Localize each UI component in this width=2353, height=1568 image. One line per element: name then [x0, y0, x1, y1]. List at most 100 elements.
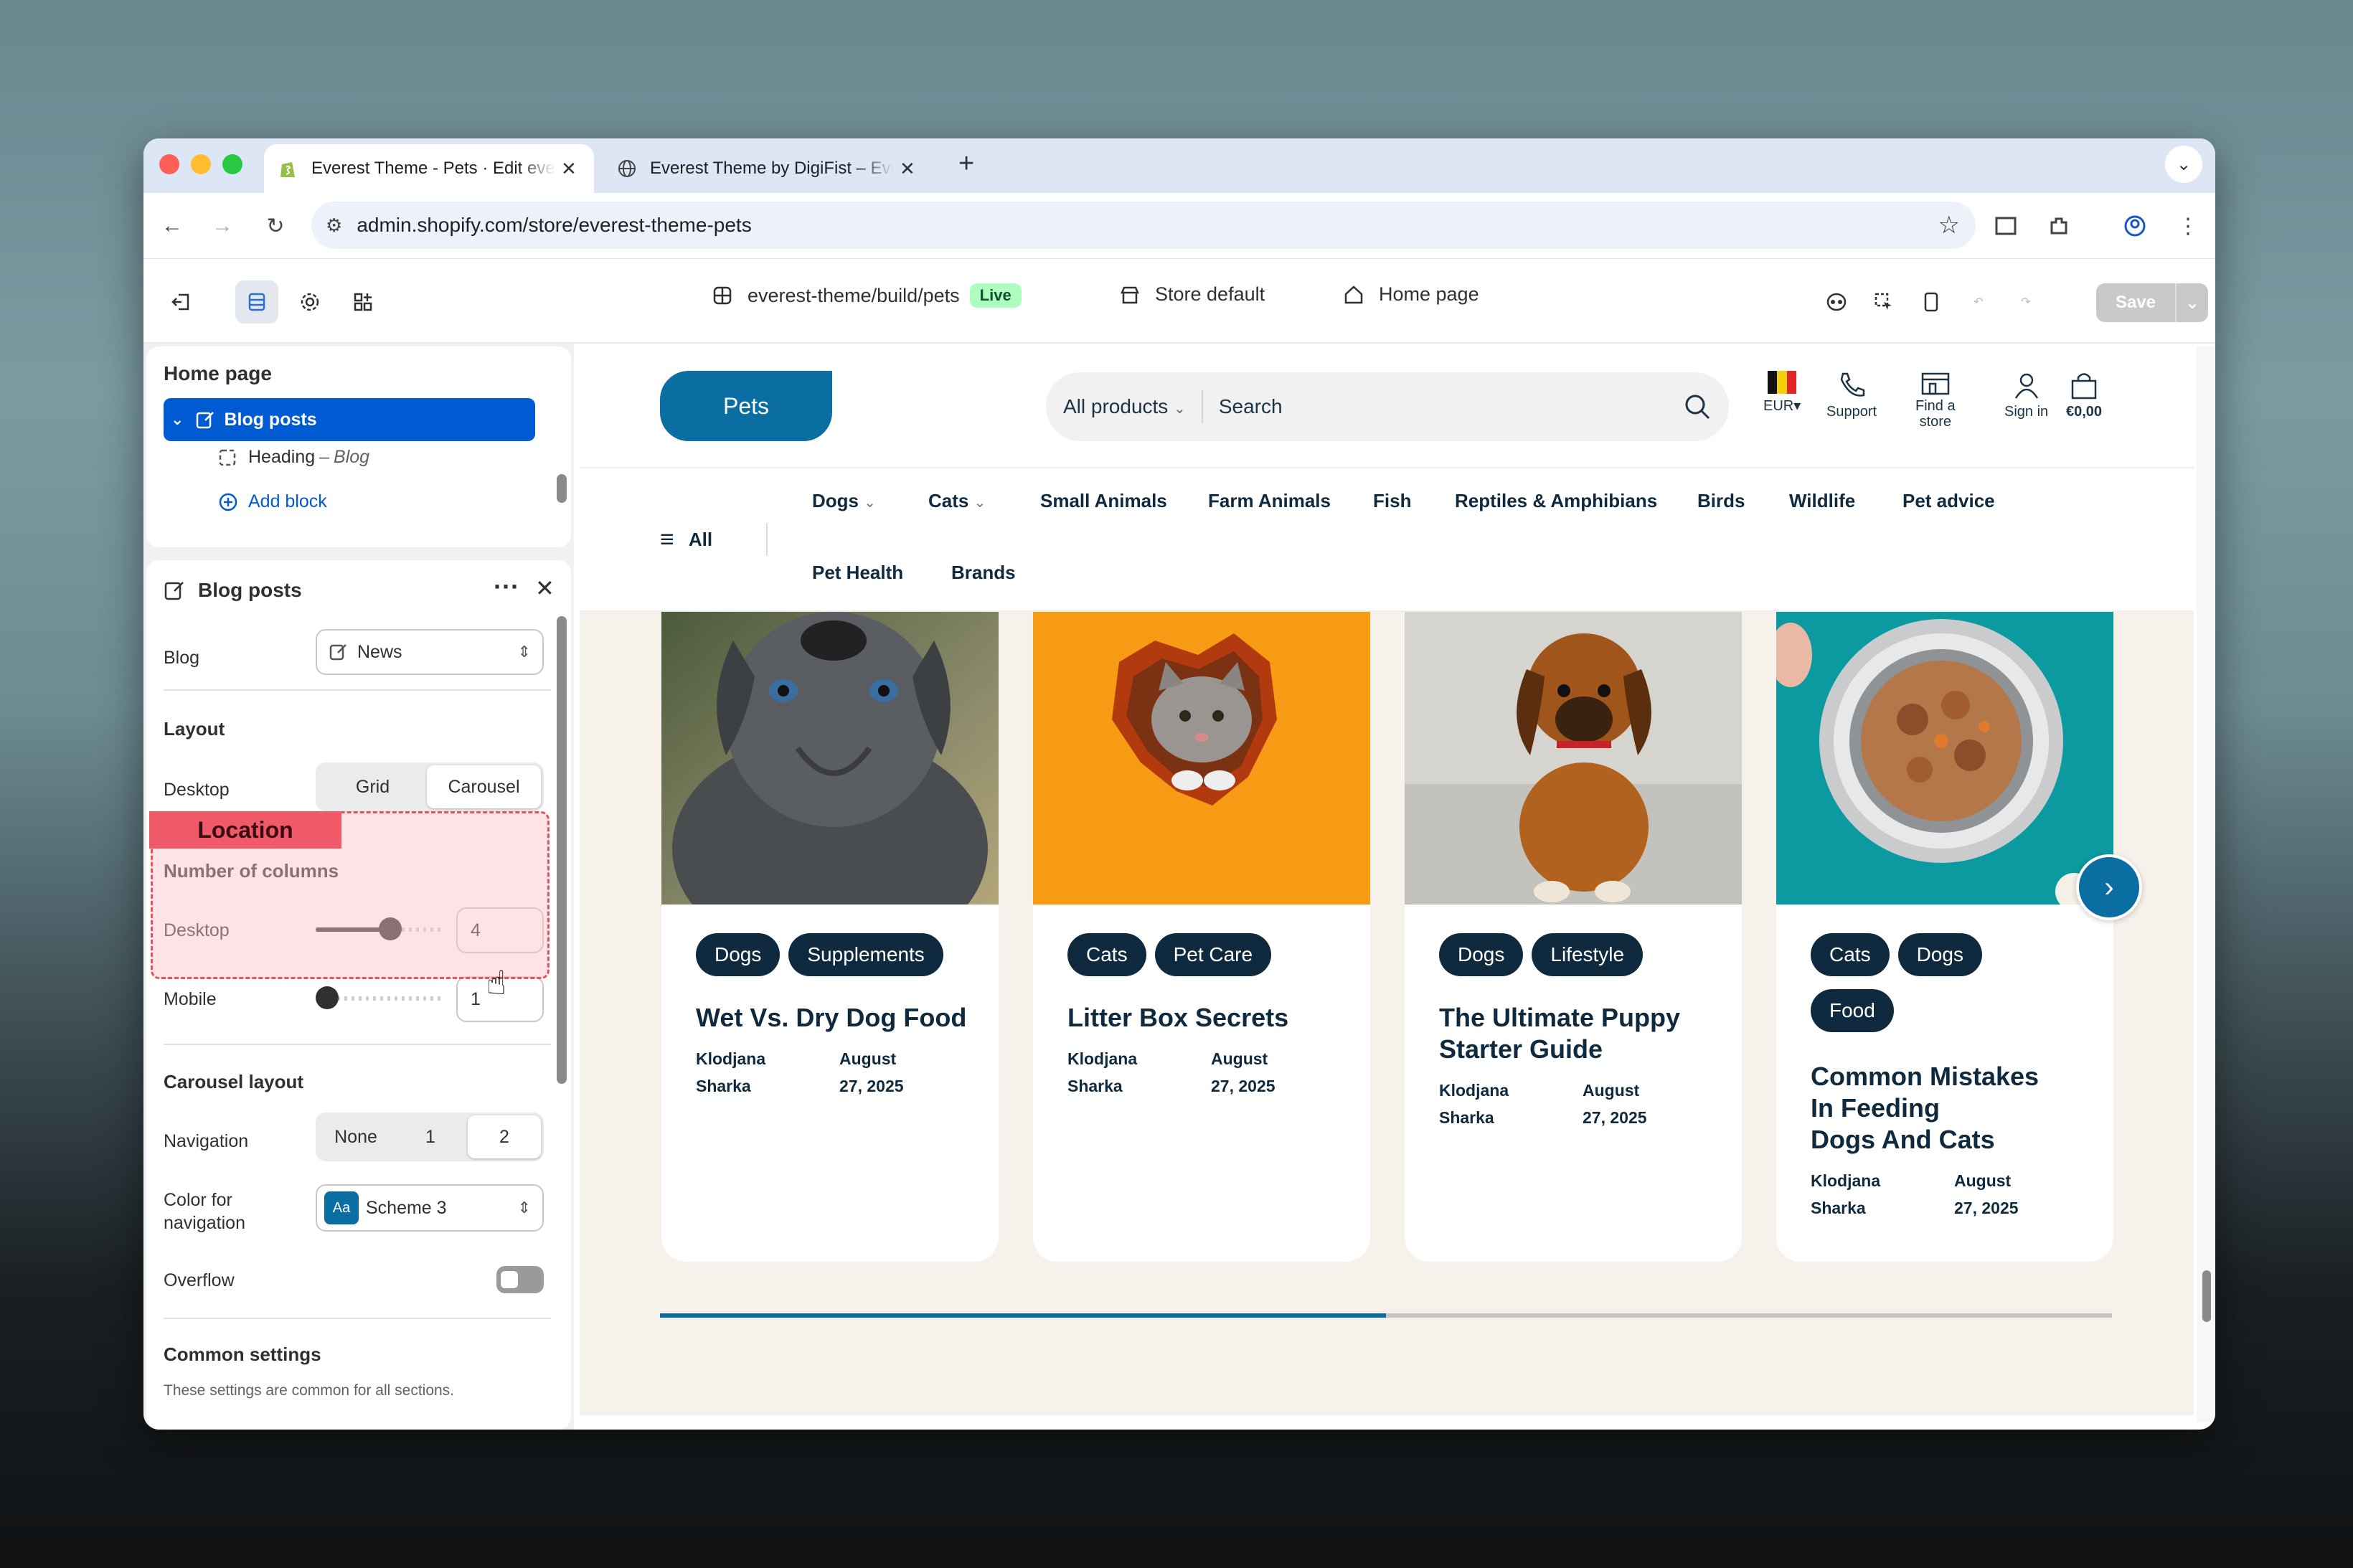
blog-card-image-food-bowl[interactable] — [1776, 612, 2113, 905]
sections-icon[interactable] — [235, 280, 278, 323]
store-default-selector[interactable]: Store default — [1119, 283, 1265, 306]
minimize-window-button[interactable] — [191, 154, 211, 174]
blog-card[interactable]: Cats Pet Care Litter Box Secrets Klodjana… — [1033, 612, 1370, 1262]
blog-card-title[interactable]: The Ultimate Puppy Starter Guide — [1439, 1002, 1680, 1065]
blog-card-title[interactable]: Litter Box Secrets — [1067, 1002, 1288, 1034]
menu-item-farm-animals[interactable]: Farm Animals — [1208, 490, 1331, 512]
add-block-button[interactable]: Add block — [218, 491, 327, 512]
preview-scrollbar-thumb[interactable] — [2202, 1270, 2211, 1322]
extensions-icon[interactable] — [2042, 209, 2076, 243]
search-input[interactable]: Search — [1219, 395, 1283, 418]
tag-pill[interactable]: Pet Care — [1154, 933, 1272, 976]
author-line: Klodjana — [1811, 1171, 1881, 1190]
tree-item-heading[interactable]: Heading – Blog — [218, 447, 369, 468]
url-bar[interactable]: ⚙ admin.shopify.com/store/everest-theme-… — [311, 202, 1976, 249]
carousel-next-chevron-icon[interactable]: › — [2076, 854, 2142, 920]
currency-selector[interactable]: EUR▾ — [1763, 371, 1801, 414]
blog-card-image-puppy[interactable] — [1405, 612, 1742, 905]
tag-pill[interactable]: Cats — [1811, 933, 1890, 976]
theme-settings-gear-icon[interactable] — [288, 280, 331, 323]
tag-pill[interactable]: Dogs — [1439, 933, 1524, 976]
menu-item-birds[interactable]: Birds — [1697, 490, 1745, 512]
menu-item-fish[interactable]: Fish — [1373, 490, 1411, 512]
more-options-icon[interactable]: ··· — [494, 572, 519, 602]
navigation-1-option[interactable]: 1 — [393, 1115, 468, 1158]
color-scheme-select[interactable]: Aa Scheme 3 ⇕ — [316, 1184, 544, 1232]
store-logo[interactable]: Pets — [660, 371, 832, 441]
blog-card[interactable]: Dogs Lifestyle The Ultimate Puppy Starter … — [1405, 612, 1742, 1262]
menu-item-pet-advice[interactable]: Pet advice — [1902, 490, 1995, 512]
close-tab-icon[interactable]: ✕ — [900, 158, 915, 180]
tag-pill[interactable]: Dogs — [696, 933, 781, 976]
tab-everest-edit[interactable]: Everest Theme - Pets · Edit everest ✕ — [264, 144, 594, 193]
sign-in-link[interactable]: Sign in — [2004, 371, 2048, 420]
back-icon[interactable]: ← — [155, 209, 189, 243]
theme-path: everest-theme/build/pets — [748, 284, 960, 306]
tree-scrollbar[interactable] — [557, 474, 567, 503]
tag-pill[interactable]: Cats — [1067, 933, 1146, 976]
close-window-button[interactable] — [159, 154, 179, 174]
save-options-chevron-icon[interactable]: ⌄ — [2175, 283, 2208, 322]
blog-select[interactable]: News ⇕ — [316, 629, 544, 675]
maximize-window-button[interactable] — [222, 154, 242, 174]
blog-card-title[interactable]: Wet Vs. Dry Dog Food — [696, 1002, 966, 1034]
tab-everest-theme[interactable]: Everest Theme by DigiFist – Everest ✕ — [603, 144, 947, 193]
site-settings-icon[interactable]: ⚙ — [326, 214, 342, 237]
find-store-link[interactable]: Find a store — [1915, 371, 1956, 430]
tag-pill[interactable]: Supplements — [788, 933, 943, 976]
close-panel-icon[interactable]: ✕ — [535, 575, 555, 602]
save-button[interactable]: Save ⌄ — [2096, 283, 2208, 322]
menu-item-small-animals[interactable]: Small Animals — [1040, 490, 1167, 512]
menu-item-brands[interactable]: Brands — [951, 562, 1016, 584]
all-menu-button[interactable]: ≡ All — [660, 526, 712, 554]
mobile-columns-slider[interactable] — [316, 986, 445, 1009]
menu-item-dogs[interactable]: Dogs ⌄ — [812, 490, 876, 512]
menu-item-wildlife[interactable]: Wildlife — [1789, 490, 1855, 512]
mobile-preview-icon[interactable] — [1910, 280, 1953, 323]
layout-carousel-option[interactable]: Carousel — [427, 765, 541, 808]
blog-card-tags: Dogs Lifestyle — [1439, 933, 1726, 989]
new-tab-icon[interactable]: + — [958, 148, 974, 179]
select-element-icon[interactable] — [1862, 280, 1905, 323]
menu-item-pet-health[interactable]: Pet Health — [812, 562, 903, 584]
navigation-2-option[interactable]: 2 — [468, 1115, 541, 1158]
browser-menu-icon[interactable]: ⋮ — [2171, 209, 2205, 243]
menu-item-reptiles[interactable]: Reptiles & Amphibians — [1455, 490, 1657, 512]
support-link[interactable]: Support — [1826, 371, 1877, 420]
blog-card[interactable]: Dogs Supplements Wet Vs. Dry Dog Food Klo… — [661, 612, 999, 1262]
screenshot-icon[interactable] — [1989, 209, 2023, 243]
redo-icon[interactable]: ↷ — [2004, 280, 2047, 323]
forward-icon[interactable]: → — [205, 209, 240, 243]
profile-icon[interactable] — [2118, 209, 2152, 243]
slider-handle[interactable] — [316, 986, 339, 1009]
search-icon[interactable] — [1683, 392, 1712, 421]
reload-icon[interactable]: ↻ — [258, 209, 293, 243]
apps-icon[interactable] — [341, 280, 385, 323]
exit-editor-icon[interactable] — [159, 280, 202, 323]
overflow-toggle[interactable] — [496, 1266, 544, 1293]
blog-card-image-cat[interactable] — [1033, 612, 1370, 905]
close-tab-icon[interactable]: ✕ — [561, 158, 577, 180]
blog-card-image-dog[interactable] — [661, 612, 999, 905]
support-label: Support — [1826, 404, 1877, 420]
undo-icon[interactable]: ↶ — [1957, 280, 2000, 323]
bookmark-star-icon[interactable]: ☆ — [1938, 211, 1960, 240]
menu-item-cats[interactable]: Cats ⌄ — [928, 490, 986, 512]
tab-search-chevron-icon[interactable]: ⌄ — [2165, 146, 2202, 183]
settings-scrollbar[interactable] — [557, 616, 567, 1084]
tag-pill[interactable]: Food — [1811, 989, 1894, 1032]
cart-link[interactable]: €0,00 — [2066, 371, 2102, 420]
store-search-bar[interactable]: All products ⌄ Search — [1046, 372, 1729, 441]
chevron-down-icon[interactable]: ⌄ — [171, 410, 184, 429]
preview-inspector-icon[interactable] — [1815, 280, 1858, 323]
tag-pill[interactable]: Dogs — [1897, 933, 1982, 976]
blog-card[interactable]: Cats Dogs Food Common Mistakes In Feeding Do… — [1776, 612, 2113, 1262]
blog-card-title[interactable]: Common Mistakes In Feeding Dogs And Cats — [1811, 1061, 2039, 1156]
tag-pill[interactable]: Lifestyle — [1532, 933, 1644, 976]
navigation-none-option[interactable]: None — [319, 1115, 393, 1158]
theme-selector[interactable]: everest-theme/build/pets Live — [712, 283, 1022, 308]
tree-item-blog-posts[interactable]: ⌄ Blog posts — [164, 398, 535, 441]
layout-grid-option[interactable]: Grid — [319, 765, 427, 808]
page-selector[interactable]: Home page — [1343, 283, 1479, 306]
search-category-select[interactable]: All products ⌄ — [1063, 395, 1186, 418]
